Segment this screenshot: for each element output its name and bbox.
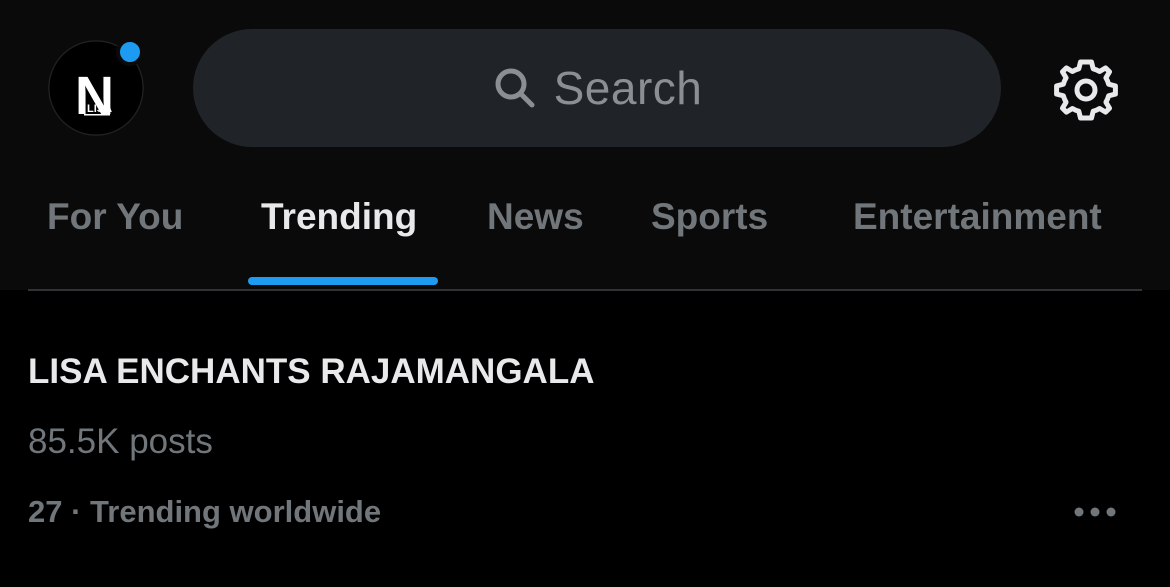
tabs-divider — [28, 289, 1142, 291]
tab-trending[interactable]: Trending — [261, 196, 417, 238]
trend-post-count: 85.5K posts — [28, 422, 213, 461]
tab-for-you[interactable]: For You — [47, 196, 183, 238]
tab-sports[interactable]: Sports — [651, 196, 768, 238]
trend-meta: 27 · Trending worldwide — [28, 494, 381, 530]
trend-title: LISA ENCHANTS RAJAMANGALA — [28, 352, 595, 391]
trend-meta-separator: · — [62, 494, 91, 529]
tab-entertainment[interactable]: Entertainment — [853, 196, 1102, 238]
more-horizontal-icon[interactable] — [1070, 502, 1120, 522]
search-bar[interactable]: Search — [193, 29, 1001, 147]
search-placeholder: Search — [553, 62, 703, 114]
trend-rank: 27 — [28, 494, 63, 529]
avatar-logo-letter: N — [75, 66, 114, 126]
avatar-logo-subtext: LISA — [87, 103, 112, 115]
trend-item[interactable]: LISA ENCHANTS RAJAMANGALA 85.5K posts 27… — [0, 292, 1170, 587]
explore-tabs: For You Trending News Sports Entertainme… — [0, 178, 1170, 288]
notification-dot — [116, 38, 144, 66]
trend-context: Trending worldwide — [90, 494, 382, 529]
gear-icon[interactable] — [1052, 56, 1120, 124]
tab-news[interactable]: News — [487, 196, 584, 238]
active-tab-indicator — [248, 277, 438, 285]
search-icon — [495, 68, 535, 108]
